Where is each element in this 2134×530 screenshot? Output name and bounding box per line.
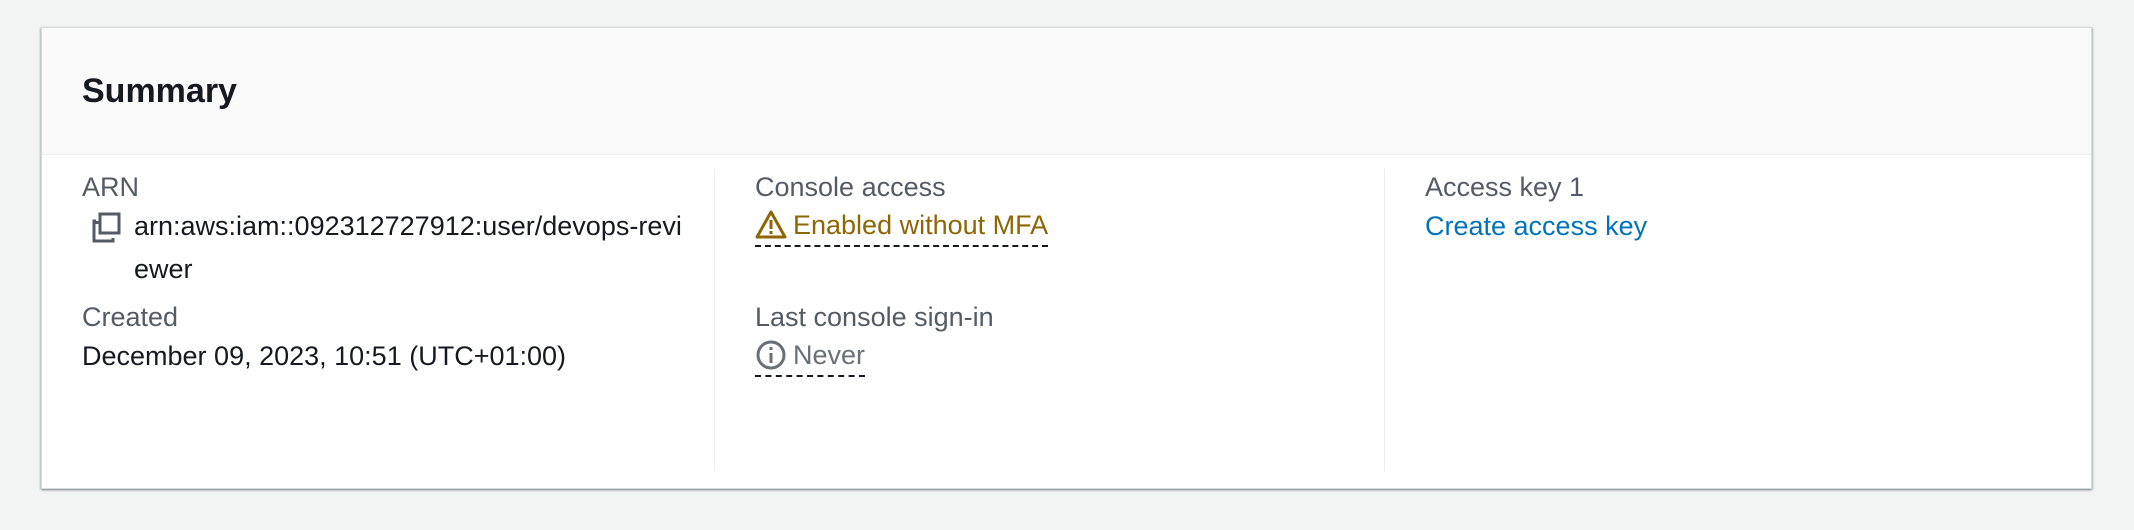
summary-column-2: Console access Enabled without MFA Last …	[714, 169, 1384, 471]
summary-column-3: Access key 1 Create access key	[1384, 169, 2054, 471]
last-sign-in-field: Last console sign-in Never	[755, 299, 994, 377]
access-key-field: Access key 1 Create access key	[1425, 169, 1647, 248]
info-icon	[756, 340, 786, 370]
summary-body: ARN arn:aws:iam::092312727912:user/devop…	[42, 155, 2091, 489]
created-field: Created December 09, 2023, 10:51 (UTC+01…	[82, 299, 566, 378]
last-sign-in-value: Never	[793, 340, 866, 370]
last-sign-in-label: Last console sign-in	[755, 302, 994, 332]
created-label: Created	[82, 302, 179, 332]
created-value: December 09, 2023, 10:51 (UTC+01:00)	[82, 341, 567, 371]
console-access-status[interactable]: Enabled without MFA	[755, 205, 1049, 247]
warning-icon	[755, 210, 787, 239]
summary-panel: Summary ARN arn:aws:iam::092312727912:us…	[41, 27, 2092, 489]
summary-title: Summary	[82, 71, 237, 110]
console-access-field: Console access Enabled without MFA	[755, 169, 1049, 247]
last-sign-in-status[interactable]: Never	[755, 335, 866, 377]
arn-row: arn:aws:iam::092312727912:user/devops-re…	[82, 205, 694, 291]
arn-label: ARN	[82, 172, 140, 202]
create-access-key-link[interactable]: Create access key	[1425, 211, 1647, 241]
arn-field: ARN arn:aws:iam::092312727912:user/devop…	[82, 169, 694, 291]
summary-header: Summary	[42, 28, 2091, 155]
console-access-label: Console access	[755, 172, 946, 202]
access-key-label: Access key 1	[1425, 172, 1585, 202]
console-access-value: Enabled without MFA	[793, 210, 1049, 240]
summary-column-1: ARN arn:aws:iam::092312727912:user/devop…	[82, 169, 732, 471]
copy-icon[interactable]	[90, 211, 124, 245]
arn-value: arn:aws:iam::092312727912:user/devops-re…	[134, 211, 682, 284]
